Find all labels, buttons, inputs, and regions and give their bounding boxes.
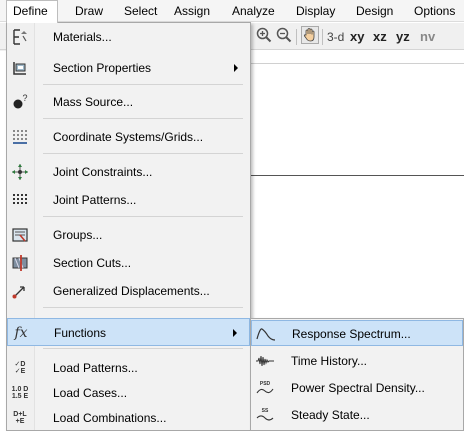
view-xz-button[interactable]: xz [373, 27, 387, 47]
functions-icon-text: fx [14, 325, 28, 341]
zoom-out-icon[interactable] [276, 27, 292, 47]
menu-assign[interactable]: Assign [174, 0, 210, 22]
menu-item-section-properties[interactable]: Section Properties [7, 54, 250, 82]
pan-hand-icon[interactable] [301, 26, 319, 46]
menu-item-label: Section Properties [53, 61, 152, 75]
load-combinations-icon-bottom: +E [15, 418, 25, 425]
view-nv-button[interactable]: nv [420, 27, 435, 47]
menu-design[interactable]: Design [356, 0, 393, 22]
menu-separator [43, 153, 243, 154]
functions-icon: fx [10, 322, 32, 344]
submenu-item-label: Time History... [291, 354, 368, 368]
submenu-arrow-icon [234, 64, 238, 72]
menu-separator [43, 84, 243, 85]
toolbar-separator [296, 29, 297, 45]
load-patterns-icon-bottom: ✓E [14, 368, 26, 375]
menu-item-label: Materials... [53, 30, 112, 44]
load-cases-icon: 1.0 D 1.5 E [9, 382, 31, 404]
time-history-icon [254, 351, 276, 371]
menu-item-generalized-displacements[interactable]: Generalized Displacements... [7, 277, 250, 305]
load-cases-icon-top: 1.0 D [11, 386, 29, 393]
svg-text:?: ? [23, 93, 28, 103]
submenu-item-label: Response Spectrum... [292, 327, 411, 341]
load-patterns-icon: ✓D ✓E [9, 357, 31, 379]
menu-analyze[interactable]: Analyze [232, 0, 275, 22]
menu-item-joint-patterns[interactable]: Joint Patterns... [7, 186, 250, 214]
steady-state-icon: SS [254, 405, 276, 425]
divider [250, 63, 464, 64]
submenu-item-steady-state[interactable]: SS Steady State... [251, 402, 463, 428]
view-3d-button[interactable]: 3-d [327, 27, 344, 47]
menu-define[interactable]: Define [6, 0, 58, 23]
menu-item-label: Load Cases... [53, 386, 128, 400]
menu-item-groups[interactable]: Groups... [7, 221, 250, 249]
menu-item-load-patterns[interactable]: ✓D ✓E Load Patterns... [7, 354, 250, 382]
menu-separator [43, 216, 243, 217]
response-spectrum-icon [255, 324, 277, 344]
submenu-item-label: Steady State... [291, 408, 370, 422]
section-cuts-icon [9, 252, 31, 274]
submenu-arrow-icon [233, 329, 237, 337]
menu-item-load-cases[interactable]: 1.0 D 1.5 E Load Cases... [7, 379, 250, 407]
menu-item-label: Joint Constraints... [53, 165, 153, 179]
menu-options[interactable]: Options [414, 0, 455, 22]
load-cases-icon-bottom: 1.5 E [11, 393, 29, 400]
load-patterns-icon-top: ✓D [14, 361, 26, 368]
menu-item-label: Joint Patterns... [53, 193, 137, 207]
load-combinations-icon: D+L +E [9, 407, 31, 429]
groups-icon [9, 224, 31, 246]
menu-item-functions[interactable]: fx Functions [7, 318, 250, 346]
view-yz-button[interactable]: yz [396, 27, 410, 47]
materials-icon [9, 26, 31, 48]
divider [250, 175, 464, 176]
section-properties-icon [9, 57, 31, 79]
mass-source-icon: ? [9, 91, 31, 113]
joint-constraints-icon [9, 161, 31, 183]
menu-item-coordinate-systems[interactable]: Coordinate Systems/Grids... [7, 123, 250, 151]
menu-select[interactable]: Select [124, 0, 157, 22]
submenu-item-time-history[interactable]: Time History... [251, 348, 463, 374]
menu-item-label: Generalized Displacements... [53, 284, 210, 298]
menu-item-label: Section Cuts... [53, 256, 132, 270]
menu-display[interactable]: Display [296, 0, 335, 22]
menu-item-label: Mass Source... [53, 95, 134, 109]
menu-item-label: Coordinate Systems/Grids... [53, 130, 204, 144]
toolbar-separator [322, 29, 323, 45]
submenu-item-response-spectrum[interactable]: Response Spectrum... [251, 320, 463, 346]
menu-item-materials[interactable]: Materials... [7, 23, 250, 51]
menu-separator [43, 307, 243, 308]
menu-item-mass-source[interactable]: ? Mass Source... [7, 88, 250, 116]
menu-item-load-combinations[interactable]: D+L +E Load Combinations... [7, 404, 250, 431]
grid-icon [9, 126, 31, 148]
define-menu: Materials... Section Properties ? Mass S… [6, 22, 251, 431]
load-combinations-icon-top: D+L [13, 411, 27, 418]
menu-bar: Define Draw Select Assign Analyze Displa… [0, 0, 464, 23]
submenu-item-power-spectral-density[interactable]: PSD Power Spectral Density... [251, 375, 463, 401]
functions-submenu: Response Spectrum... Time History... PSD… [250, 318, 464, 431]
joint-patterns-icon [9, 189, 31, 211]
power-spectral-density-icon: PSD [254, 378, 276, 398]
menu-item-joint-constraints[interactable]: Joint Constraints... [7, 158, 250, 186]
submenu-item-label: Power Spectral Density... [291, 381, 425, 395]
menu-draw[interactable]: Draw [75, 0, 103, 22]
ss-badge: SS [262, 408, 269, 414]
menu-item-label: Functions [54, 326, 107, 340]
psd-badge: PSD [260, 381, 271, 387]
menu-item-section-cuts[interactable]: Section Cuts... [7, 249, 250, 277]
menu-item-label: Groups... [53, 228, 103, 242]
zoom-in-icon[interactable] [256, 27, 272, 47]
view-xy-button[interactable]: xy [350, 27, 364, 47]
menu-separator [43, 348, 243, 349]
menu-separator [43, 118, 243, 119]
menu-item-label: Load Combinations... [53, 411, 167, 425]
generalized-displacements-icon [9, 280, 31, 302]
menu-item-label: Load Patterns... [53, 361, 138, 375]
